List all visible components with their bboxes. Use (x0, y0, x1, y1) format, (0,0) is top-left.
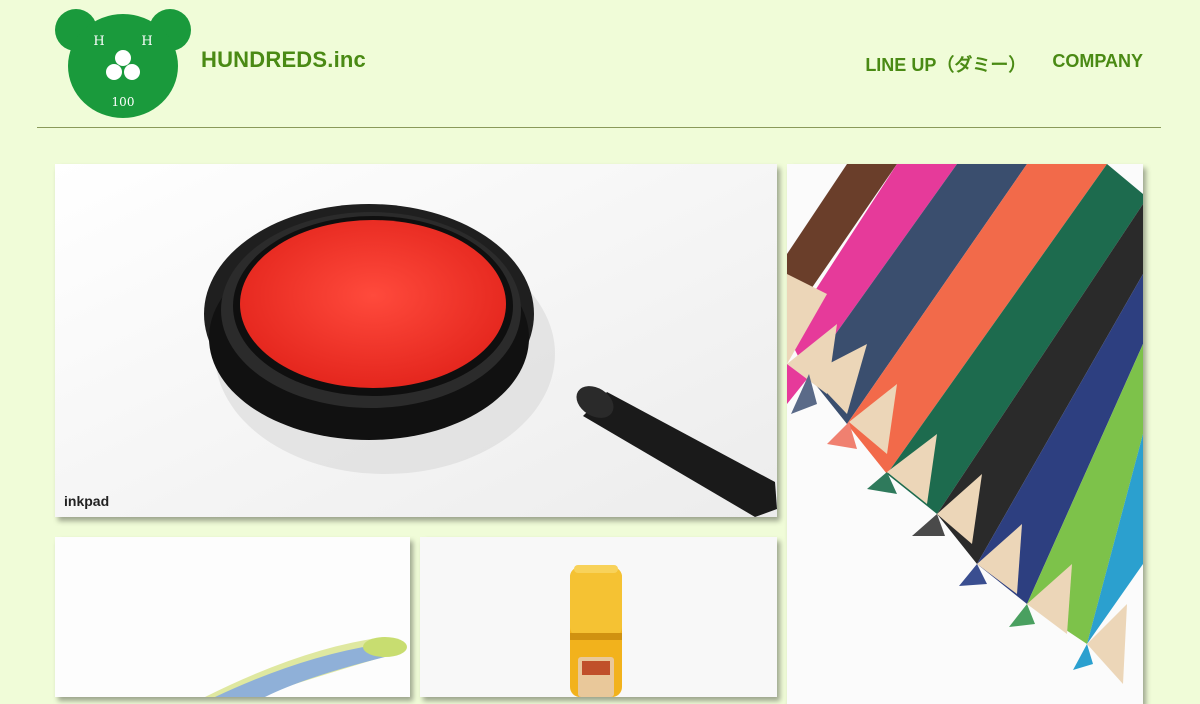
header-divider (37, 127, 1161, 128)
nav-company-link[interactable]: COMPANY (1052, 51, 1143, 77)
stapler-image (55, 537, 410, 697)
main-nav: LINE UP（ダミー） COMPANY (865, 51, 1143, 77)
gallery-card-stapler[interactable] (55, 537, 410, 697)
inkpad-image (55, 164, 777, 517)
logo-number: 100 (112, 95, 135, 109)
colored-pencils-image (787, 164, 1143, 704)
card-label: inkpad (64, 493, 110, 509)
gallery-card-glue[interactable] (420, 537, 777, 697)
logo-letter-right: H (141, 34, 152, 49)
gallery-card-pencils[interactable] (787, 164, 1143, 704)
logo-letter-left: H (93, 34, 104, 49)
brand-name[interactable]: HUNDREDS.inc (201, 47, 366, 73)
bear-logo-icon[interactable]: H H 100 (54, 6, 192, 118)
glue-stick-image (420, 537, 777, 697)
gallery-card-inkpad[interactable]: inkpad (55, 164, 777, 517)
nav-lineup-link[interactable]: LINE UP（ダミー） (865, 51, 1026, 77)
